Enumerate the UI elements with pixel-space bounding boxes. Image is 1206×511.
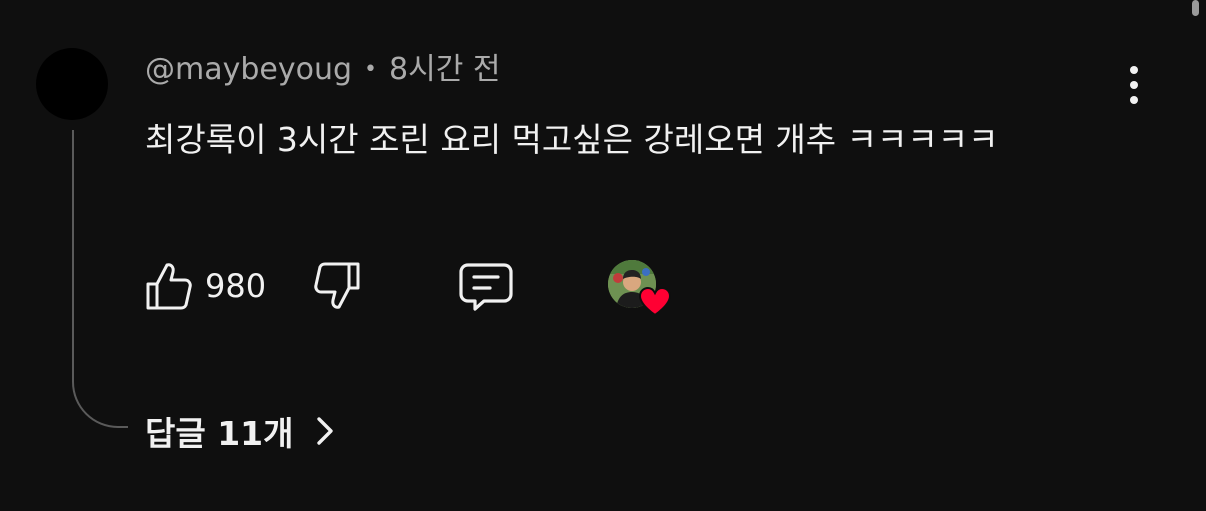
- more-options-button[interactable]: [1118, 64, 1150, 106]
- replies-label: 답글 11개: [145, 414, 294, 453]
- author-name[interactable]: @maybeyoug: [145, 52, 352, 87]
- more-vert-icon-dot: [1130, 96, 1138, 104]
- comment-icon: [459, 263, 513, 311]
- view-replies-button[interactable]: 답글 11개: [145, 406, 336, 456]
- like-button[interactable]: [145, 260, 193, 312]
- comment-text: 최강록이 3시간 조린 요리 먹고싶은 강레오면 개추 ㅋㅋㅋㅋㅋ: [145, 120, 999, 159]
- reply-button[interactable]: [458, 262, 514, 312]
- heart-icon: [638, 286, 672, 316]
- comment-meta: @maybeyoug • 8시간 전: [145, 50, 500, 90]
- thumbs-up-icon: [146, 263, 192, 310]
- like-count: 980: [205, 267, 267, 305]
- more-vert-icon-dot: [1130, 66, 1138, 74]
- meta-separator: •: [364, 57, 378, 82]
- comment-time[interactable]: 8시간 전: [389, 52, 500, 87]
- thread-line: [72, 130, 128, 428]
- scrollbar[interactable]: [1192, 0, 1199, 16]
- chevron-right-icon: [316, 417, 333, 445]
- dislike-button[interactable]: [313, 260, 361, 312]
- more-vert-icon-dot: [1130, 81, 1138, 89]
- comment-page: @maybeyoug • 8시간 전 최강록이 3시간 조린 요리 먹고싶은 강레오…: [0, 0, 1206, 511]
- author-avatar[interactable]: [36, 48, 108, 120]
- thumbs-down-icon: [314, 262, 360, 309]
- creator-heart-badge: [608, 260, 672, 318]
